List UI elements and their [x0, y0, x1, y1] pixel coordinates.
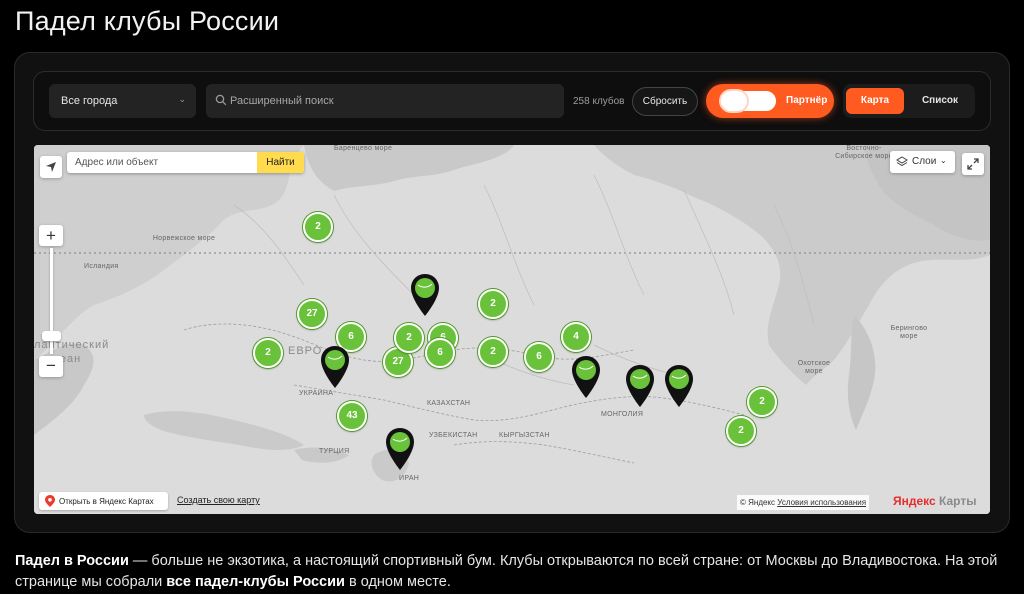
- terms-link[interactable]: Условия использования: [777, 498, 866, 507]
- yandex-maps-logo[interactable]: Яндекс Карты: [893, 494, 976, 508]
- chevron-down-icon: ⌄: [178, 94, 186, 104]
- location-arrow-icon: [46, 162, 56, 172]
- logo-maps: Карты: [935, 494, 977, 508]
- label-okhotsk: Охотское море: [797, 360, 831, 375]
- club-count: 258 клубов: [573, 96, 625, 107]
- layers-button[interactable]: Слои ⌄: [890, 151, 955, 173]
- description-text-1: — больше не экзотика, а настоящий спорти…: [15, 553, 998, 590]
- create-map-link[interactable]: Создать свою карту: [177, 495, 260, 505]
- cluster-marker[interactable]: 43: [337, 401, 367, 431]
- cluster-marker[interactable]: 6: [425, 338, 455, 368]
- label-bering: Берингово море: [890, 325, 928, 340]
- city-select-value: Все города: [61, 95, 118, 107]
- label-east-siberian: Восточно-Сибирское море: [835, 145, 893, 160]
- label-mongolia: МОНГОЛИЯ: [601, 411, 644, 418]
- cluster-marker[interactable]: 4: [561, 322, 591, 352]
- cluster-marker[interactable]: 2: [394, 323, 424, 353]
- zoom-in-button[interactable]: +: [39, 225, 63, 246]
- label-europe: ЕВРО: [288, 345, 323, 357]
- label-barents: Баренцево море: [334, 145, 393, 152]
- geolocation-button[interactable]: [40, 156, 62, 178]
- view-switch: Карта Список: [843, 84, 975, 118]
- cluster-marker[interactable]: 2: [478, 337, 508, 367]
- page-description: Падел в России — больше не экзотика, а н…: [15, 551, 1010, 593]
- zoom-out-button[interactable]: −: [39, 356, 63, 377]
- club-pin[interactable]: [410, 273, 440, 317]
- layers-icon: [896, 156, 908, 167]
- label-iceland: Исландия: [84, 263, 119, 270]
- label-kyrgyzstan: КЫРГЫЗСТАН: [499, 432, 550, 439]
- cluster-marker[interactable]: 2: [303, 212, 333, 242]
- label-ukraine: УКРАИНА: [299, 390, 334, 397]
- label-kazakhstan: КАЗАХСТАН: [427, 400, 471, 407]
- toggle-knob: [721, 91, 747, 111]
- fullscreen-icon: [967, 158, 979, 170]
- label-norwegian: Норвежское море: [152, 235, 216, 242]
- cluster-marker[interactable]: 2: [253, 338, 283, 368]
- tab-map[interactable]: Карта: [846, 88, 904, 114]
- page-title: Падел клубы России: [15, 6, 280, 36]
- label-atlantic-1: лантический: [34, 339, 110, 351]
- tab-list[interactable]: Список: [909, 88, 971, 114]
- find-button[interactable]: Найти: [257, 152, 304, 173]
- club-pin[interactable]: [571, 355, 601, 399]
- club-pin[interactable]: [385, 427, 415, 471]
- search-input[interactable]: [230, 92, 550, 110]
- advanced-search[interactable]: [206, 84, 564, 118]
- logo-yandex: Яндекс: [893, 494, 936, 508]
- city-select[interactable]: Все города ⌄: [49, 84, 196, 118]
- label-uzbekistan: УЗБЕКИСТАН: [429, 432, 478, 439]
- label-turkey: ТУРЦИЯ: [319, 448, 350, 455]
- cluster-marker[interactable]: 2: [478, 289, 508, 319]
- reset-button[interactable]: Сбросить: [632, 87, 698, 116]
- open-in-yandex-button[interactable]: Открыть в Яндекс Картах: [39, 492, 168, 510]
- open-in-yandex-label: Открыть в Яндекс Картах: [59, 497, 154, 506]
- cluster-marker[interactable]: 2: [726, 416, 756, 446]
- chevron-down-icon: ⌄: [940, 156, 947, 165]
- layers-label: Слои: [912, 156, 937, 167]
- fullscreen-button[interactable]: [962, 153, 984, 175]
- cluster-marker[interactable]: 27: [297, 299, 327, 329]
- map-basemap: [34, 145, 990, 514]
- description-highlight: все падел-клубы России: [166, 574, 345, 590]
- description-text-2: в одном месте.: [344, 574, 451, 590]
- zoom-slider-handle[interactable]: [42, 331, 61, 341]
- partner-toggle[interactable]: Партнёр: [706, 84, 834, 118]
- description-lead: Падел в России: [15, 553, 129, 569]
- map-pin-icon: [45, 495, 55, 507]
- club-pin[interactable]: [664, 364, 694, 408]
- address-input[interactable]: [75, 155, 255, 170]
- copyright-text: © Яндекс: [740, 498, 776, 507]
- map-canvas[interactable]: Баренцево море Норвежское море Исландия …: [34, 145, 990, 514]
- address-search: Найти: [67, 152, 304, 173]
- map-copyright: © Яндекс Условия использования: [737, 495, 870, 510]
- search-icon: [215, 94, 227, 106]
- cluster-marker[interactable]: 2: [747, 387, 777, 417]
- cluster-marker[interactable]: 6: [524, 342, 554, 372]
- partner-label: Партнёр: [786, 95, 828, 106]
- club-pin[interactable]: [625, 364, 655, 408]
- label-iran: ИРАН: [399, 475, 420, 482]
- club-pin[interactable]: [320, 345, 350, 389]
